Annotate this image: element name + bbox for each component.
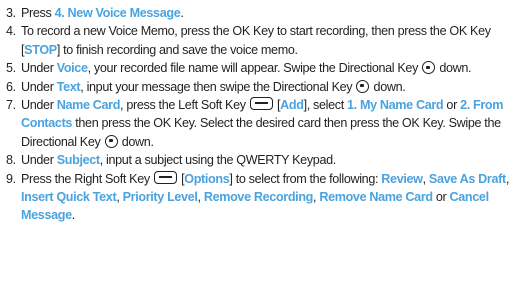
step-text: down. (370, 79, 406, 94)
option-save-as-draft: Save As Draft (428, 171, 506, 186)
field-name-card: Name Card (56, 98, 121, 113)
option-remove-name-card: Remove Name Card (319, 190, 433, 205)
step-text: , your recorded file name will appear. S… (87, 61, 422, 76)
separator: or (432, 190, 450, 205)
key-label-stop: STOP (24, 42, 57, 57)
step-text: ], select (303, 98, 348, 113)
manual-page: 3. Press 4. New Voice Message. 4. To recor… (0, 0, 520, 300)
step-text: ] to select from the following: (229, 171, 382, 186)
step-number: 8. (6, 153, 16, 168)
step-6: 6. Under Text, input your message then sw… (6, 78, 516, 96)
step-number: 7. (6, 98, 16, 113)
step-text: Press the Right Soft Key (21, 171, 153, 186)
step-4: 4. To record a new Voice Memo, press the … (6, 22, 516, 59)
step-text: Press (21, 6, 55, 20)
step-7: 7. Under Name Card, press the Left Soft K… (6, 96, 516, 151)
step-text: Under (21, 153, 57, 168)
cropped-previous-line (0, 0, 520, 3)
option-review: Review (381, 171, 423, 186)
step-text: ] to finish recording and save the voice… (56, 42, 298, 57)
key-label-add: Add (280, 98, 304, 113)
step-text: , input your message then swipe the Dire… (80, 79, 356, 94)
directional-key-icon (356, 79, 370, 93)
step-text: Under (21, 79, 57, 94)
step-text: down. (118, 134, 154, 149)
field-subject: Subject (56, 153, 100, 168)
directional-key-icon (104, 134, 118, 148)
instruction-steps: 3. Press 4. New Voice Message. 4. To recor… (6, 4, 516, 225)
option-remove-recording: Remove Recording (203, 190, 314, 205)
field-voice: Voice (56, 61, 88, 76)
key-label-options: Options (184, 171, 230, 186)
separator: , (505, 171, 510, 186)
step-number: 9. (6, 171, 16, 186)
separator: . (71, 208, 76, 223)
menu-option-new-voice-message: 4. New Voice Message (54, 6, 181, 20)
step-text: then press the OK Key. Select the desire… (21, 116, 501, 149)
step-number: 4. (6, 24, 16, 39)
step-number: 3. (6, 6, 16, 20)
soft-key-icon (153, 170, 177, 184)
soft-key-icon (249, 97, 273, 111)
option-priority-level: Priority Level (122, 190, 198, 205)
step-9: 9. Press the Right Soft Key [Options] to … (6, 170, 516, 225)
step-number: 6. (6, 79, 16, 94)
step-number: 5. (6, 61, 16, 76)
directional-key-icon (422, 61, 436, 75)
step-5: 5. Under Voice, your recorded file name w… (6, 59, 516, 77)
step-text: , input a subject using the QWERTY Keypa… (99, 153, 337, 168)
step-text: Under (21, 61, 57, 76)
field-text: Text (56, 79, 81, 94)
option-insert-quick-text: Insert Quick Text (21, 190, 117, 205)
step-text: or (443, 98, 461, 113)
step-text: down. (436, 61, 472, 76)
step-3: 3. Press 4. New Voice Message. (6, 4, 516, 22)
step-8: 8. Under Subject, input a subject using t… (6, 151, 516, 169)
step-text: . (180, 6, 184, 20)
step-text: Under (21, 98, 57, 113)
step-text: , press the Left Soft Key (120, 98, 249, 113)
menu-option-my-name-card: 1. My Name Card (347, 98, 444, 113)
